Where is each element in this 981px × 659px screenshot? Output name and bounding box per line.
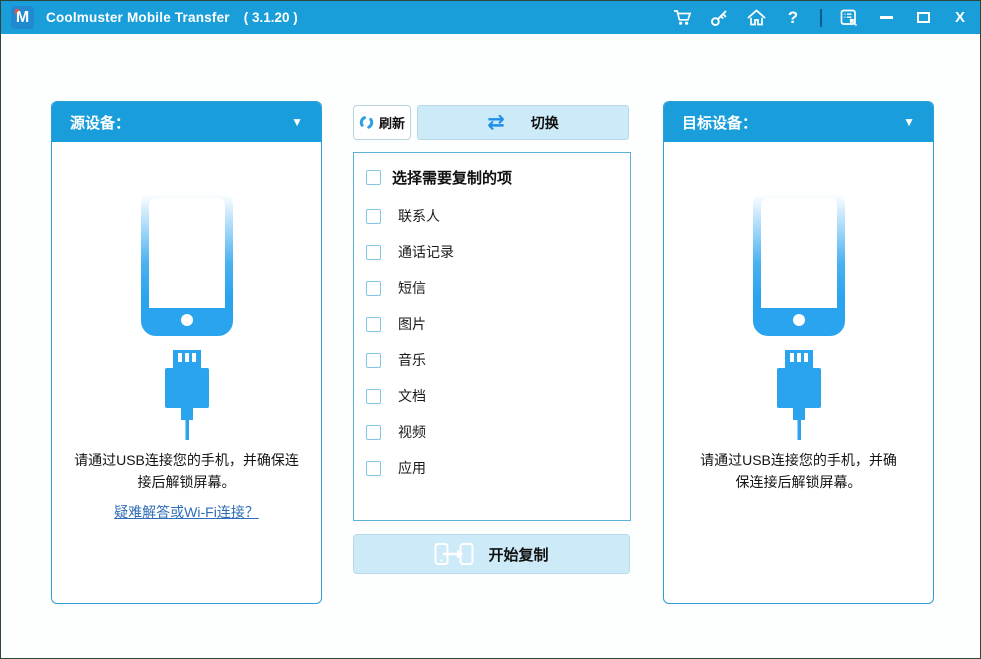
help-icon[interactable]: ? <box>783 8 803 28</box>
refresh-icon <box>359 115 374 130</box>
select-all-row[interactable]: 选择需要复制的项 <box>366 167 630 188</box>
source-instruction: 请通过USB连接您的手机，并确保连 接后解锁屏幕。 <box>52 449 321 493</box>
checkbox[interactable] <box>366 209 381 224</box>
maximize-icon[interactable] <box>913 8 933 28</box>
titlebar: M Coolmuster Mobile Transfer ( 3.1.20 ) <box>1 1 980 34</box>
app-title: Coolmuster Mobile Transfer <box>46 10 230 25</box>
checkbox[interactable] <box>366 245 381 260</box>
start-copy-button[interactable]: 开始复制 <box>353 534 630 574</box>
select-all-label: 选择需要复制的项 <box>392 167 512 188</box>
app-window: M Coolmuster Mobile Transfer ( 3.1.20 ) <box>0 0 981 659</box>
list-item-call-logs[interactable]: 通话记录 <box>366 234 630 270</box>
target-device-selector[interactable]: 目标设备： ▼ <box>664 102 933 142</box>
checkbox[interactable] <box>366 425 381 440</box>
source-device-selector[interactable]: 源设备： ▼ <box>52 102 321 142</box>
list-item-photos[interactable]: 图片 <box>366 306 630 342</box>
phone-transfer-icon <box>434 542 474 566</box>
target-phone-icon <box>664 190 933 440</box>
chevron-down-icon[interactable]: ▼ <box>903 115 915 129</box>
switch-button[interactable]: ⇄ 切换 <box>417 105 629 140</box>
refresh-button[interactable]: 刷新 <box>353 105 411 140</box>
list-item-sms[interactable]: 短信 <box>366 270 630 306</box>
target-instruction: 请通过USB连接您的手机，并确 保连接后解锁屏幕。 <box>664 449 933 493</box>
source-device-label: 源设备： <box>70 112 130 133</box>
list-item-contacts[interactable]: 联系人 <box>366 198 630 234</box>
source-phone-icon <box>52 190 321 440</box>
minimize-icon[interactable] <box>876 8 896 28</box>
target-device-panel: 目标设备： ▼ <box>663 101 934 604</box>
chevron-down-icon[interactable]: ▼ <box>291 115 303 129</box>
checkbox[interactable] <box>366 353 381 368</box>
key-icon[interactable] <box>709 8 729 28</box>
list-item-documents[interactable]: 文档 <box>366 378 630 414</box>
checkbox[interactable] <box>366 461 381 476</box>
select-all-checkbox[interactable] <box>366 170 381 185</box>
target-device-label: 目标设备： <box>682 112 757 133</box>
close-icon[interactable]: X <box>950 8 970 28</box>
titlebar-separator <box>820 9 822 27</box>
cart-icon[interactable] <box>672 8 692 28</box>
checkbox[interactable] <box>366 281 381 296</box>
swap-arrows-icon: ⇄ <box>487 112 505 133</box>
checkbox[interactable] <box>366 389 381 404</box>
copy-items-list: 选择需要复制的项 联系人 通话记录 短信 图片 音乐 文档 视频 <box>353 152 631 521</box>
switch-label: 切换 <box>531 113 559 133</box>
feedback-icon[interactable] <box>839 8 859 28</box>
list-item-music[interactable]: 音乐 <box>366 342 630 378</box>
app-version: ( 3.1.20 ) <box>244 10 298 25</box>
home-icon[interactable] <box>746 8 766 28</box>
troubleshoot-wifi-link[interactable]: 疑难解答或Wi-Fi连接？ <box>52 502 321 522</box>
list-item-apps[interactable]: 应用 <box>366 450 630 486</box>
source-device-panel: 源设备： ▼ <box>51 101 322 604</box>
start-copy-label: 开始复制 <box>488 544 548 565</box>
app-logo-icon: M <box>11 6 34 29</box>
checkbox[interactable] <box>366 317 381 332</box>
refresh-label: 刷新 <box>379 113 405 132</box>
list-item-videos[interactable]: 视频 <box>366 414 630 450</box>
